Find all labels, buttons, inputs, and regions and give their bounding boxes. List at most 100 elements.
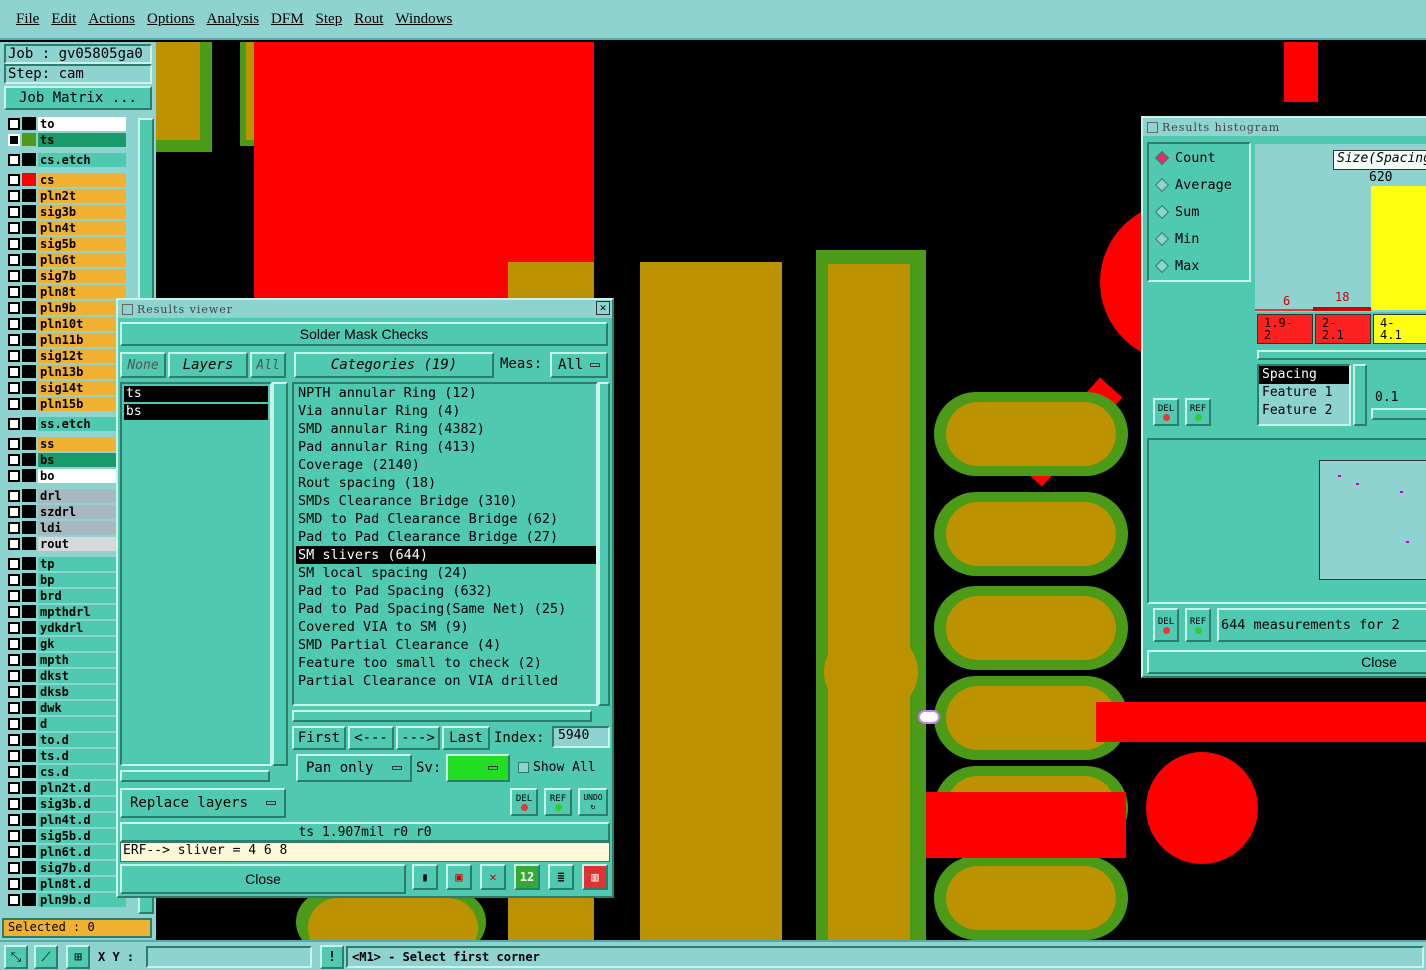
histogram-titlebar[interactable]: Results histogram [1143, 118, 1426, 136]
scatter-ref-button[interactable]: REF [1185, 608, 1211, 642]
xy-input[interactable] [146, 946, 312, 968]
layer-checkbox[interactable] [8, 861, 20, 874]
layer-row-sig3b[interactable]: sig3b [8, 204, 126, 219]
layer-checkbox[interactable] [8, 701, 20, 714]
layer-row-sig14t[interactable]: sig14t [8, 380, 126, 395]
layer-checkbox[interactable] [8, 573, 20, 586]
next-button[interactable]: ---> [396, 726, 440, 750]
field-item[interactable]: Feature 1 [1259, 384, 1349, 402]
field-slider[interactable] [1371, 408, 1426, 420]
layer-row-bs[interactable]: bs [8, 452, 126, 467]
layer-row-d[interactable]: d [8, 716, 126, 731]
histogram-chart[interactable]: Size(Spacing 620 6 18 [1255, 144, 1426, 312]
highlight-icon[interactable]: ▮ [412, 864, 438, 890]
layer-row-pln4t.d[interactable]: pln4t.d [8, 812, 126, 827]
layer-row-pln8t.d[interactable]: pln8t.d [8, 876, 126, 891]
layer-checkbox[interactable] [8, 605, 20, 618]
layer-checkbox[interactable] [8, 317, 20, 330]
category-item[interactable]: Covered VIA to SM (9) [296, 618, 596, 636]
layer-row-to[interactable]: to [8, 116, 126, 131]
sv-color-dropdown[interactable] [446, 754, 510, 782]
layer-row-pln11b[interactable]: pln11b [8, 332, 126, 347]
layer-checkbox[interactable] [8, 685, 20, 698]
scatter-view[interactable] [1147, 438, 1426, 604]
layer-row-pln6t[interactable]: pln6t [8, 252, 126, 267]
category-item[interactable]: Pad to Pad Spacing(Same Net) (25) [296, 600, 596, 618]
report-icon[interactable]: ≣ [548, 864, 574, 890]
none-button[interactable]: None [120, 352, 166, 378]
category-item[interactable]: SM slivers (644) [296, 546, 596, 564]
layer-row-sig5b[interactable]: sig5b [8, 236, 126, 251]
alert-icon[interactable]: ! [320, 945, 344, 969]
layer-checkbox[interactable] [8, 285, 20, 298]
category-item[interactable]: SMD annular Ring (4382) [296, 420, 596, 438]
layer-row-pln13b[interactable]: pln13b [8, 364, 126, 379]
histogram-hscroll[interactable] [1257, 350, 1426, 360]
category-item[interactable]: Pad to Pad Spacing (632) [296, 582, 596, 600]
layer-row-cs[interactable]: cs [8, 172, 126, 187]
layer-row-pln2t.d[interactable]: pln2t.d [8, 780, 126, 795]
layer-row-to.d[interactable]: to.d [8, 732, 126, 747]
categories-hscroll[interactable] [292, 710, 592, 722]
layer-checkbox[interactable] [8, 797, 20, 810]
layer-row-mpthdrl[interactable]: mpthdrl [8, 604, 126, 619]
last-button[interactable]: Last [442, 726, 490, 750]
layer-row-ts.d[interactable]: ts.d [8, 748, 126, 763]
category-item[interactable]: Feature too small to check (2) [296, 654, 596, 672]
layer-row-pln10t[interactable]: pln10t [8, 316, 126, 331]
field-scrollbar[interactable] [1353, 364, 1367, 426]
layer-row-ts[interactable]: ts [8, 132, 126, 147]
layer-row-pln6t.d[interactable]: pln6t.d [8, 844, 126, 859]
ref-delete-icon[interactable]: ✕ [480, 864, 506, 890]
layer-checkbox[interactable] [8, 877, 20, 890]
menu-actions[interactable]: Actions [88, 11, 135, 28]
layer-checkbox[interactable] [8, 397, 20, 410]
layer-checkbox[interactable] [8, 489, 20, 502]
layer-checkbox[interactable] [8, 893, 20, 906]
scatter-del-button[interactable]: DEL [1153, 608, 1179, 642]
category-item[interactable]: SM local spacing (24) [296, 564, 596, 582]
category-item[interactable]: NPTH annular Ring (12) [296, 384, 596, 402]
layer-checkbox[interactable] [8, 437, 20, 450]
layer-row-szdrl[interactable]: szdrl [8, 504, 126, 519]
menu-file[interactable]: File [16, 11, 39, 28]
layer-checkbox[interactable] [8, 505, 20, 518]
layer-checkbox[interactable] [8, 653, 20, 666]
menu-step[interactable]: Step [316, 11, 343, 28]
close-icon[interactable]: ✕ [596, 301, 610, 315]
meas-dropdown[interactable]: All [550, 352, 608, 378]
index-input[interactable]: 5940 [552, 726, 610, 748]
layer-row-ss.etch[interactable]: ss.etch [8, 416, 126, 431]
layer-checkbox[interactable] [8, 749, 20, 762]
category-item[interactable]: Coverage (2140) [296, 456, 596, 474]
hist-ref-button[interactable]: REF [1185, 398, 1211, 426]
layer-checkbox[interactable] [8, 845, 20, 858]
field-item[interactable]: Feature 2 [1259, 402, 1349, 420]
histogram-icon[interactable]: ▥ [582, 864, 608, 890]
layer-checkbox[interactable] [8, 521, 20, 534]
close-button[interactable]: Close [120, 864, 406, 894]
mode-count[interactable]: Count [1149, 144, 1249, 171]
layer-checkbox[interactable] [8, 205, 20, 218]
layer-row-pln4t[interactable]: pln4t [8, 220, 126, 235]
mode-average[interactable]: Average [1149, 171, 1249, 198]
layer-checkbox[interactable] [8, 717, 20, 730]
layer-checkbox[interactable] [8, 417, 20, 430]
menu-options[interactable]: Options [147, 11, 195, 28]
layer-checkbox[interactable] [8, 829, 20, 842]
all-button[interactable]: All [250, 352, 286, 378]
layer-checkbox[interactable] [8, 537, 20, 550]
ref-button[interactable]: REF [544, 788, 572, 816]
layer-checkbox[interactable] [8, 117, 20, 130]
layer-row-sig7b.d[interactable]: sig7b.d [8, 860, 126, 875]
layer-row-drl[interactable]: drl [8, 488, 126, 503]
layer-row-sig3b.d[interactable]: sig3b.d [8, 796, 126, 811]
layer-checkbox[interactable] [8, 365, 20, 378]
layer-row-tp[interactable]: tp [8, 556, 126, 571]
layer-checkbox[interactable] [8, 189, 20, 202]
layer-row-dksb[interactable]: dksb [8, 684, 126, 699]
layer-row-bo[interactable]: bo [8, 468, 126, 483]
layer-row-ss[interactable]: ss [8, 436, 126, 451]
category-item[interactable]: Partial Clearance on VIA drilled [296, 672, 596, 690]
layer-checkbox[interactable] [8, 221, 20, 234]
